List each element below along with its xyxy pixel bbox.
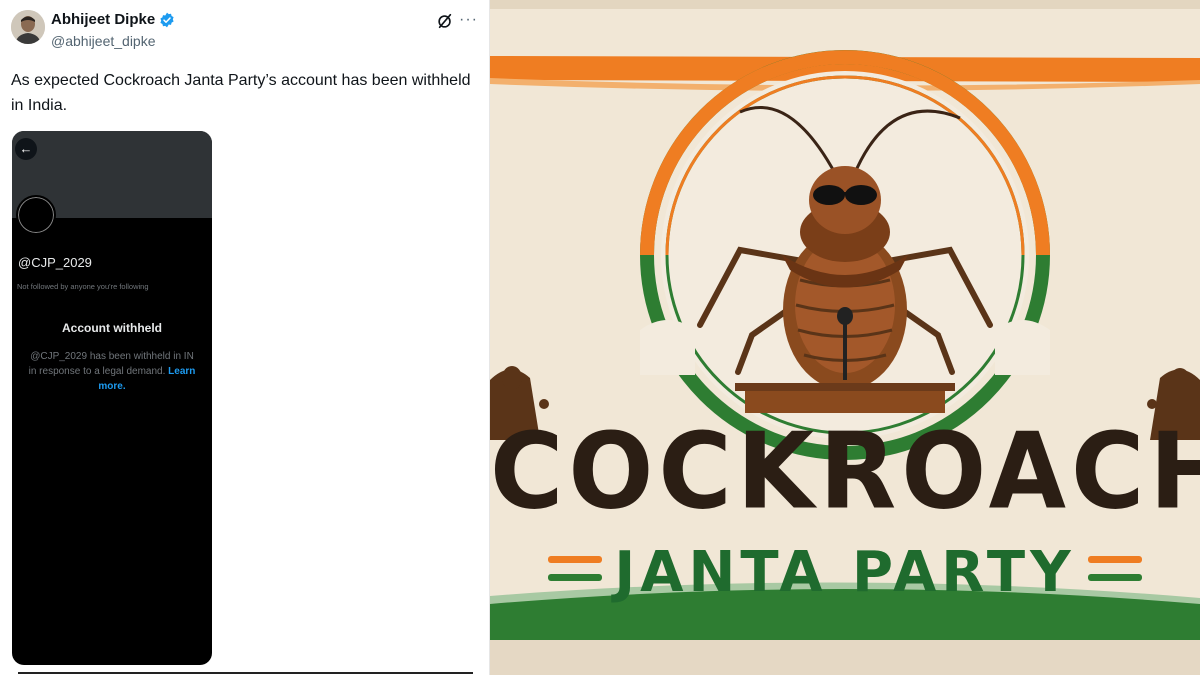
verified-badge-icon [159,12,175,28]
cockroach-janta-party-poster: COCKROACH JANTA PARTY [490,0,1200,675]
author-handle[interactable]: @abhijeet_dipke [51,33,156,49]
divider [18,672,473,674]
author-avatar[interactable] [11,10,45,44]
poster-title-cockroach: COCKROACH [490,410,1200,533]
poster-title-janta-party: JANTA PARTY [614,540,1076,605]
more-options-icon[interactable]: ··· [459,11,478,29]
poster-bottom-border [490,640,1200,675]
follow-note: Not followed by anyone you're following [17,282,149,291]
profile-avatar [16,195,56,235]
withheld-message-block: @CJP_2029 has been withheld in IN in res… [26,349,198,394]
author-name-text[interactable]: Abhijeet Dipke [51,11,155,28]
back-arrow-icon: ← [15,138,37,160]
tweet-panel: Abhijeet Dipke @abhijeet_dipke ··· As ex… [0,0,490,675]
tweet-text: As expected Cockroach Janta Party’s acco… [11,72,471,114]
embedded-profile-screenshot[interactable]: ← @CJP_2029 Not followed by anyone you'r… [12,131,212,665]
grok-icon[interactable] [436,12,454,30]
profile-handle: @CJP_2029 [18,255,92,270]
withheld-title: Account withheld [62,321,162,335]
author-name[interactable]: Abhijeet Dipke [51,11,175,28]
